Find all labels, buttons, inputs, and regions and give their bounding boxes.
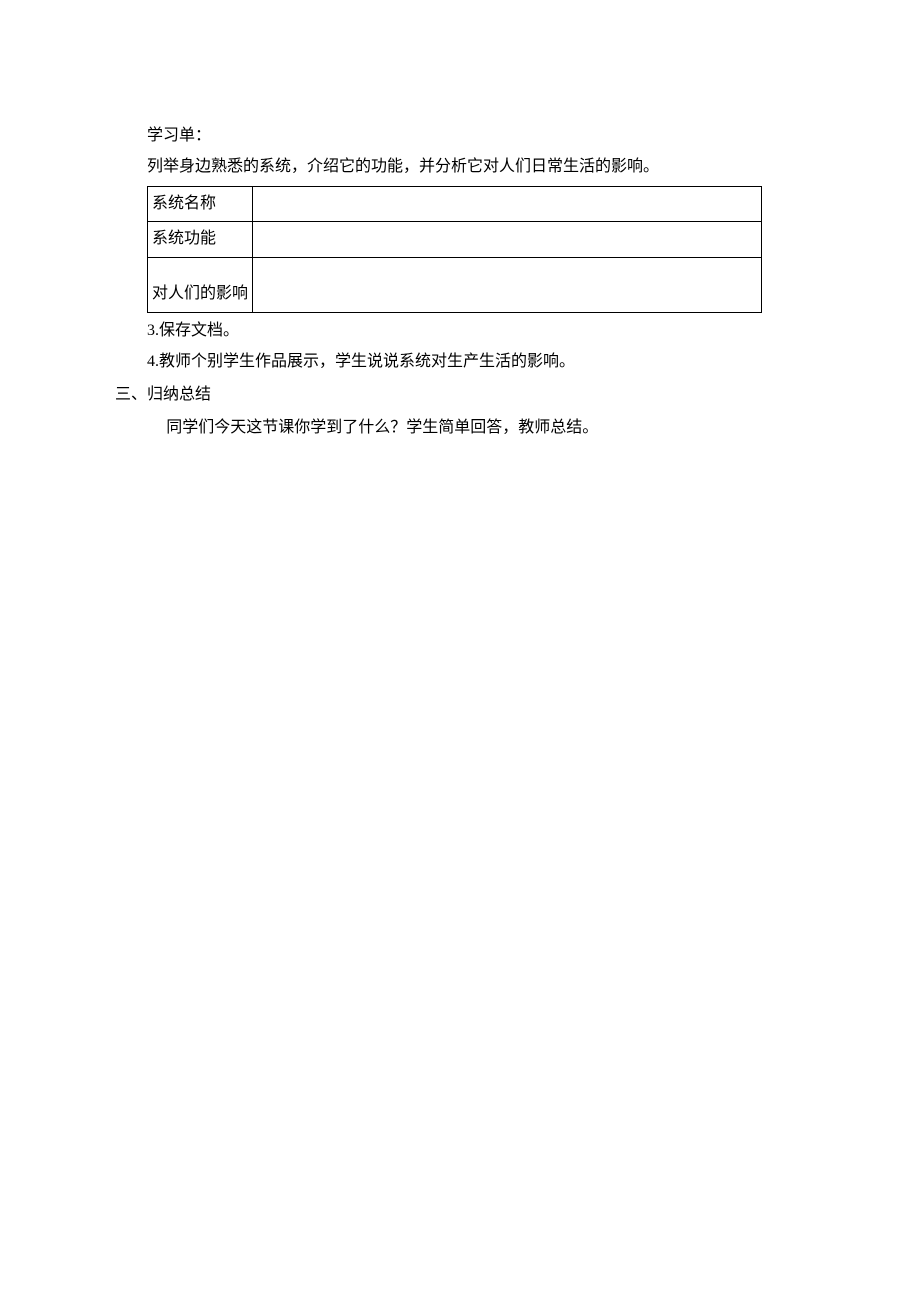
- worksheet-table: 系统名称 系统功能 对人们的影响: [147, 186, 762, 314]
- table-row: 系统名称: [148, 186, 762, 222]
- table-row: 对人们的影响: [148, 258, 762, 313]
- document-page: 学习单： 列举身边熟悉的系统，介绍它的功能，并分析它对人们日常生活的影响。 系统…: [0, 0, 920, 442]
- row-label-system-name: 系统名称: [148, 186, 253, 222]
- row-value-system-function: [253, 222, 762, 258]
- section-3-heading: 三、归纳总结: [115, 381, 805, 410]
- item-3: 3.保存文档。: [115, 317, 805, 346]
- row-value-impact: [253, 258, 762, 313]
- row-label-impact: 对人们的影响: [148, 258, 253, 313]
- item-4: 4.教师个别学生作品展示，学生说说系统对生产生活的影响。: [115, 348, 805, 377]
- row-value-system-name: [253, 186, 762, 222]
- instruction-text: 列举身边熟悉的系统，介绍它的功能，并分析它对人们日常生活的影响。: [115, 153, 805, 182]
- table-row: 系统功能: [148, 222, 762, 258]
- summary-text: 同学们今天这节课你学到了什么？学生简单回答，教师总结。: [115, 414, 805, 443]
- study-sheet-label: 学习单：: [115, 122, 805, 151]
- row-label-system-function: 系统功能: [148, 222, 253, 258]
